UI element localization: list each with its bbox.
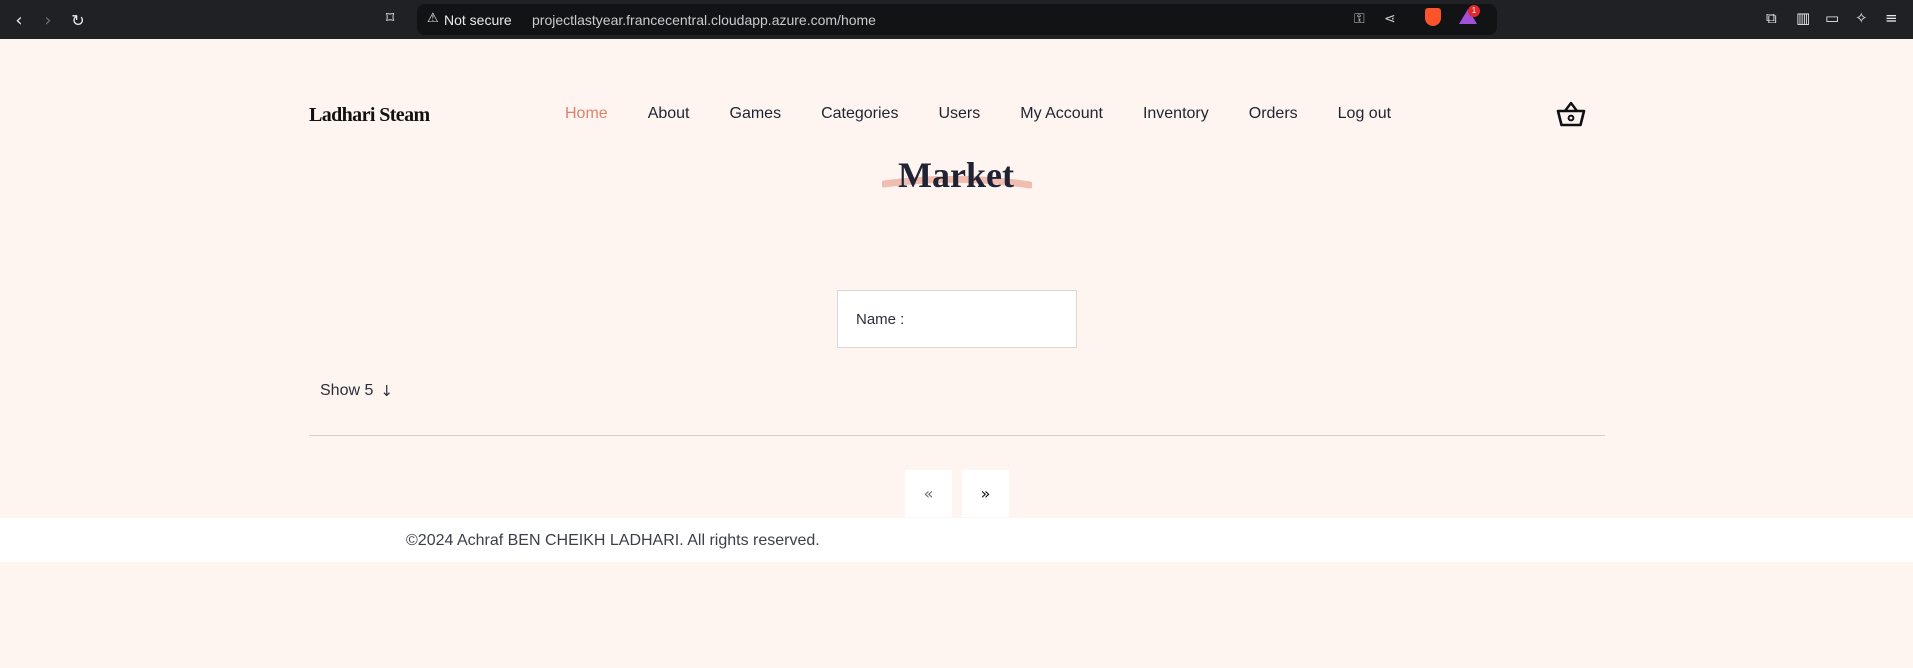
nav-home[interactable]: Home	[565, 105, 608, 123]
wallet-icon[interactable]: ▭	[1825, 9, 1839, 27]
name-search-box[interactable]: Name :	[837, 290, 1077, 348]
page-title: Market	[898, 155, 1014, 195]
address-bar[interactable]: ⚠ Not secure projectlastyear.francecentr…	[417, 4, 1497, 35]
nav-my-account[interactable]: My Account	[1020, 105, 1103, 123]
nav-games[interactable]: Games	[730, 105, 782, 123]
nav-log-out[interactable]: Log out	[1338, 105, 1391, 123]
menu-icon[interactable]: ≡	[1885, 9, 1898, 27]
copyright-text: ©2024 Achraf BEN CHEIKH LADHARI. All rig…	[406, 532, 820, 549]
nav-about[interactable]: About	[648, 105, 690, 123]
nav-orders[interactable]: Orders	[1249, 105, 1298, 123]
show-count-dropdown[interactable]: Show 5 ↓	[320, 382, 393, 400]
extensions-icon[interactable]: ⧉	[1766, 9, 1777, 27]
share-icon[interactable]: ⋖	[1384, 11, 1396, 27]
next-page-button[interactable]: »	[962, 470, 1009, 517]
nav-categories[interactable]: Categories	[821, 105, 898, 123]
content-divider	[309, 435, 1605, 436]
url-text[interactable]: projectlastyear.francecentral.cloudapp.a…	[532, 12, 876, 28]
rewards-badge: 1	[1468, 5, 1480, 17]
nav-inventory[interactable]: Inventory	[1143, 105, 1209, 123]
main-nav: Home About Games Categories Users My Acc…	[565, 105, 1431, 123]
name-search-input[interactable]	[910, 310, 1061, 328]
sidebar-icon[interactable]: ▥	[1796, 9, 1810, 27]
warning-icon: ⚠	[427, 11, 439, 26]
key-icon[interactable]: ⚿	[1354, 11, 1365, 27]
back-icon[interactable]: ‹	[8, 9, 30, 31]
basket-icon[interactable]	[1556, 100, 1586, 128]
arrow-down-icon: ↓	[380, 382, 393, 400]
show-count-label: Show 5	[320, 382, 374, 399]
name-search-label: Name :	[856, 310, 905, 328]
page-title-wrap: Market	[880, 154, 1032, 204]
brave-shields-icon[interactable]	[1425, 8, 1441, 26]
site-logo[interactable]: Ladhari Steam	[309, 104, 430, 127]
reload-icon[interactable]: ↻	[67, 9, 89, 31]
security-label[interactable]: Not secure	[444, 12, 512, 28]
bookmark-icon[interactable]: ⌑	[386, 8, 394, 27]
leo-ai-icon[interactable]: ✧	[1855, 9, 1868, 27]
browser-toolbar: ‹ › ↻ ⌑ ⚠ Not secure projectlastyear.fra…	[0, 0, 1913, 39]
nav-users[interactable]: Users	[938, 105, 980, 123]
forward-icon[interactable]: ›	[37, 9, 59, 31]
footer: ©2024 Achraf BEN CHEIKH LADHARI. All rig…	[0, 518, 1913, 562]
prev-page-button[interactable]: «	[905, 470, 952, 517]
